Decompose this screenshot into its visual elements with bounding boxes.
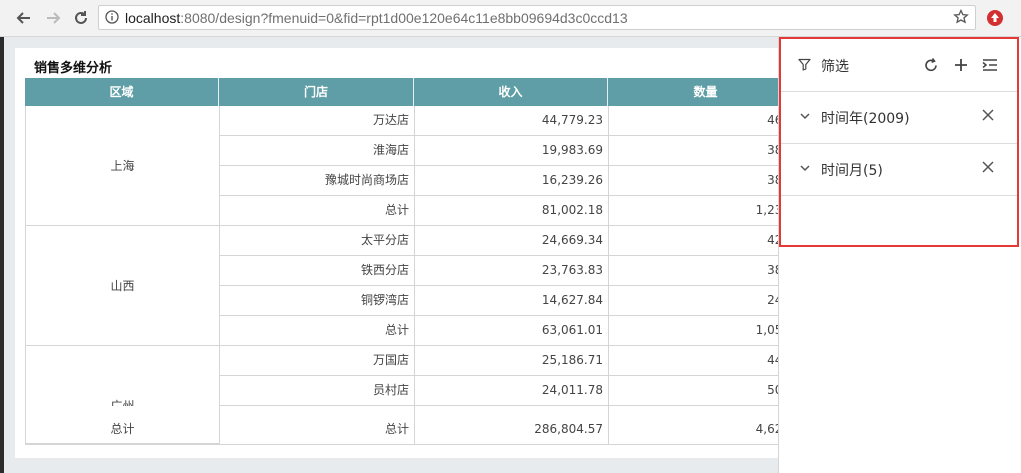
store-cell: 铜锣湾店 xyxy=(220,286,415,316)
subtotal-label: 总计 xyxy=(220,196,415,226)
filter-highlight-box: 筛选 时间年(2009) 时间月(5) xyxy=(779,37,1019,247)
refresh-icon[interactable] xyxy=(923,57,939,73)
forward-arrow-icon xyxy=(47,12,61,24)
report-panel: 销售多维分析 区域 门店 收入 数量 上海 山西 广州 总计 万达店 44,77… xyxy=(15,48,795,458)
income-cell: 23,763.83 xyxy=(415,256,609,286)
grand-total-quantity: 4,621 xyxy=(755,422,790,436)
close-icon[interactable] xyxy=(981,160,995,174)
grand-total-label: 总计 xyxy=(26,406,220,444)
column-header-income[interactable]: 收入 xyxy=(414,78,608,106)
report-title: 销售多维分析 xyxy=(34,61,113,76)
store-cell: 太平分店 xyxy=(220,226,415,256)
url-host: localhost xyxy=(125,10,181,26)
filter-item-label: 时间月(5) xyxy=(821,163,883,179)
store-cell: 万国店 xyxy=(220,346,415,376)
url-path: :8080/design?fmenuid=0&fid=rpt1d00e120e6… xyxy=(180,10,628,26)
reload-icon xyxy=(75,11,87,24)
add-icon[interactable] xyxy=(953,57,969,73)
chevron-down-icon[interactable] xyxy=(799,110,811,122)
income-cell: 16,239.26 xyxy=(415,166,609,196)
income-cell: 24,011.78 xyxy=(415,376,609,406)
filter-panel: 筛选 时间年(2009) 时间月(5) xyxy=(778,37,1021,473)
store-cell: 员村店 xyxy=(220,376,415,406)
info-icon[interactable] xyxy=(105,10,119,24)
forward-button[interactable] xyxy=(43,8,63,28)
store-cell: 淮海店 xyxy=(220,136,415,166)
store-cell: 铁西分店 xyxy=(220,256,415,286)
close-icon[interactable] xyxy=(981,108,995,122)
back-arrow-icon xyxy=(16,12,30,24)
income-cell: 19,983.69 xyxy=(415,136,609,166)
column-header-region[interactable]: 区域 xyxy=(25,78,219,106)
quantity-cell: 465 xyxy=(609,106,795,136)
store-cell: 万达店 xyxy=(220,106,415,136)
quantity-cell: 247 xyxy=(609,286,795,316)
filter-title: 筛选 xyxy=(821,59,849,75)
subtotal-label: 总计 xyxy=(220,316,415,346)
quantity-cell: 509 xyxy=(609,376,795,406)
income-cell: 24,669.34 xyxy=(415,226,609,256)
filter-item-year[interactable]: 时间年(2009) xyxy=(781,91,1017,144)
column-header-quantity[interactable]: 数量 xyxy=(608,78,803,106)
table-body: 上海 山西 广州 总计 万达店 44,779.23 465 淮海店 19,983… xyxy=(25,106,795,445)
income-cell: 14,627.84 xyxy=(415,286,609,316)
quantity-cell: 384 xyxy=(609,256,795,286)
bookmark-star-icon[interactable] xyxy=(953,9,969,25)
income-cell: 25,186.71 xyxy=(415,346,609,376)
quantity-cell: 383 xyxy=(609,136,795,166)
table-header: 区域 门店 收入 数量 xyxy=(25,78,795,106)
region-cell: 上海 xyxy=(26,106,220,226)
grand-total-income: 286,804.57 xyxy=(415,406,609,444)
reload-button[interactable] xyxy=(71,8,91,28)
collapse-list-icon[interactable] xyxy=(982,57,998,73)
grand-total-store: 总计 xyxy=(220,406,415,444)
extension-icon[interactable] xyxy=(986,9,1004,27)
subtotal-quantity: 1,232 xyxy=(609,196,795,226)
address-bar[interactable]: localhost:8080/design?fmenuid=0&fid=rpt1… xyxy=(98,5,976,30)
store-cell: 豫城时尚商场店 xyxy=(220,166,415,196)
subtotal-income: 81,002.18 xyxy=(415,196,609,226)
subtotal-quantity: 1,057 xyxy=(609,316,795,346)
quantity-cell: 440 xyxy=(609,346,795,376)
filter-item-label: 时间年(2009) xyxy=(821,111,910,127)
chevron-down-icon[interactable] xyxy=(799,162,811,174)
income-cell: 44,779.23 xyxy=(415,106,609,136)
browser-toolbar: localhost:8080/design?fmenuid=0&fid=rpt1… xyxy=(0,0,1021,37)
quantity-cell: 384 xyxy=(609,166,795,196)
filter-header: 筛选 xyxy=(781,39,1017,92)
region-cell: 广州 xyxy=(26,346,220,406)
filter-icon xyxy=(798,58,811,71)
quantity-cell: 426 xyxy=(609,226,795,256)
window-edge xyxy=(0,37,4,473)
back-button[interactable] xyxy=(14,8,34,28)
url-text: localhost:8080/design?fmenuid=0&fid=rpt1… xyxy=(125,10,628,26)
region-cell: 山西 xyxy=(26,226,220,346)
column-header-store[interactable]: 门店 xyxy=(219,78,414,106)
filter-item-month[interactable]: 时间月(5) xyxy=(781,143,1017,196)
subtotal-income: 63,061.01 xyxy=(415,316,609,346)
